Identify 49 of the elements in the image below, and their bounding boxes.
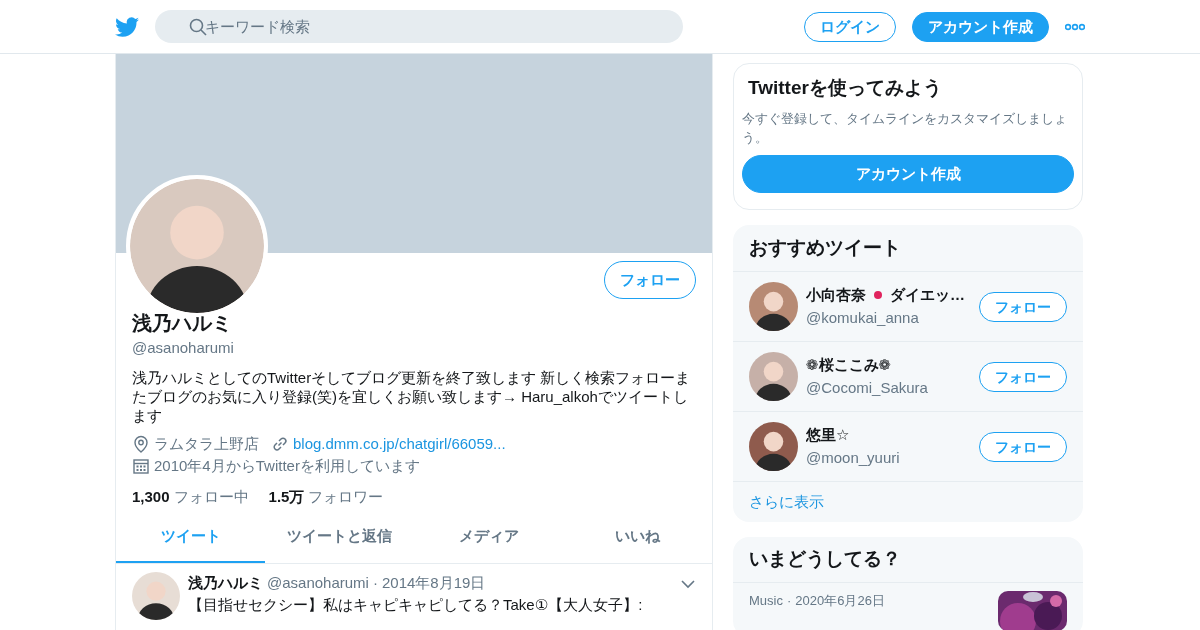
- avatar: [749, 352, 798, 401]
- card-title: Twitterを使ってみよう: [747, 76, 943, 100]
- stat-count: 1,300: [132, 486, 170, 507]
- login-button[interactable]: ログイン: [804, 11, 896, 42]
- panel-title: おすすめツイート: [748, 235, 902, 260]
- user-name-suffix: ダイエッ…: [890, 285, 965, 305]
- follow-button[interactable]: フォロー: [979, 291, 1067, 322]
- panel-title: いまどうしてる？: [748, 547, 902, 571]
- profile-tab[interactable]: ツイート: [116, 512, 265, 563]
- user-handle: @komukai_anna: [806, 307, 920, 328]
- stat-count: 1.5万: [268, 486, 305, 507]
- user-name: ❁桜ここみ❁: [806, 355, 892, 375]
- trend-category: Music: [749, 591, 783, 610]
- tweet-author: 浅乃ハルミ: [188, 572, 263, 593]
- profile-tab[interactable]: ツイートと返信: [265, 512, 414, 563]
- user-handle: @Cocomi_Sakura: [806, 377, 929, 398]
- card-text: 今すぐ登録して、タイムラインをカスタマイズしましょう。: [742, 109, 1068, 147]
- follow-button[interactable]: フォロー: [604, 261, 696, 299]
- profile-tab[interactable]: メディア: [414, 512, 563, 563]
- bird-logo-icon[interactable]: [115, 14, 139, 39]
- search-field[interactable]: キーワード検索: [155, 10, 683, 43]
- signup-button[interactable]: アカウント作成: [912, 11, 1049, 42]
- stat-label: フォロワー: [308, 486, 384, 507]
- profile-name: 浅乃ハルミ: [132, 311, 232, 335]
- joined-text: 2010年4月からTwitterを利用しています: [154, 456, 420, 476]
- profile-handle: @asanoharumi: [132, 338, 235, 358]
- website-link[interactable]: blog.dmm.co.jp/chatgirl/66059...: [293, 432, 506, 455]
- avatar: [749, 422, 798, 471]
- tweet-text: 【目指せセクシー】私はキャピキャピしてる？Take①【大人女子】:: [188, 595, 644, 615]
- user-name: 悠里☆: [806, 425, 850, 445]
- tweet-handle: @asanoharumi: [267, 572, 369, 593]
- location-text: ラムタラ上野店: [154, 433, 259, 454]
- stat-label: フォロー中: [173, 486, 249, 507]
- trend-date: 2020年6月26日: [795, 591, 885, 610]
- profile-tab[interactable]: いいね: [563, 512, 712, 563]
- profile-bio: 浅乃ハルミとしてのTwitterそしてブログ更新を終了致します 新しく検索フォローまたブログのお気に入り登録(笑)を宜しくお願い致します→ Haru_alkohでツイートします: [132, 367, 692, 425]
- separator-dot: ·: [372, 572, 378, 593]
- more-icon[interactable]: [1065, 21, 1085, 32]
- avatar: [749, 282, 798, 331]
- location-icon: [132, 434, 150, 453]
- signup-button[interactable]: アカウント作成: [742, 154, 1074, 193]
- separator-dot: ·: [786, 591, 792, 610]
- user-handle: @moon_yuuri: [806, 447, 901, 468]
- calendar-icon: [132, 457, 150, 476]
- tweet-date: 2014年8月19日: [381, 572, 486, 593]
- follow-button[interactable]: フォロー: [979, 361, 1067, 392]
- user-name: 小向杏奈: [806, 285, 866, 305]
- follow-button[interactable]: フォロー: [979, 431, 1067, 462]
- show-more-link[interactable]: さらに表示: [749, 493, 824, 510]
